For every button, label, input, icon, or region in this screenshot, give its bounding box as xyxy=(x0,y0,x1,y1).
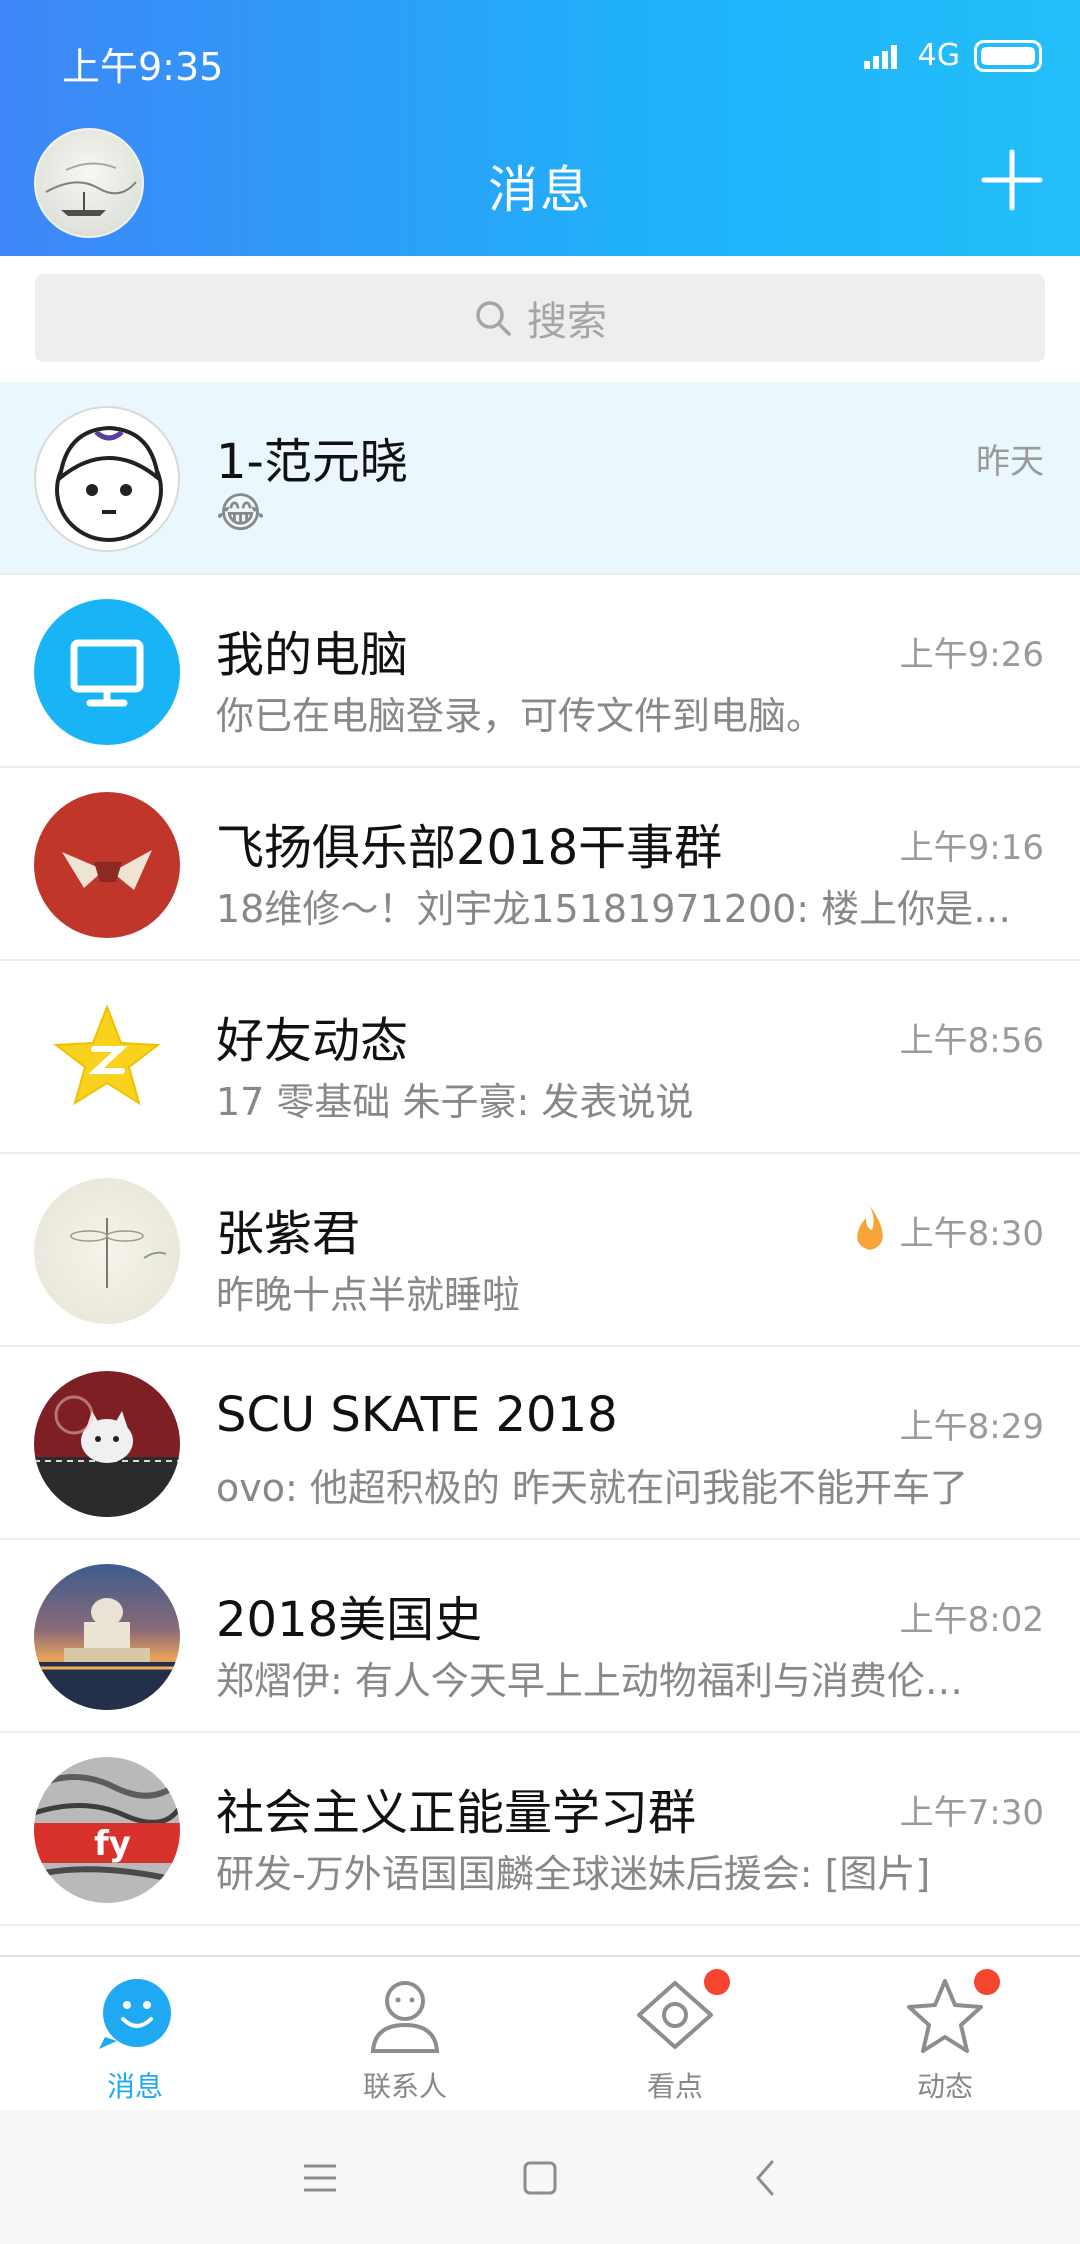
page-title: 消息 xyxy=(488,161,592,219)
back-icon[interactable] xyxy=(736,2148,796,2208)
tab-label: 动态 xyxy=(916,2070,973,2103)
conversation-row[interactable]: 2018美国史 郑熠伊: 有人今天早上上动物福利与消费伦… 上午8:02 xyxy=(0,1540,1080,1733)
conversation-name: 张紫君 xyxy=(216,1206,361,1262)
signal-icon xyxy=(863,44,897,69)
tab-label: 看点 xyxy=(646,2070,703,2103)
conversation-preview: 17 零基础 朱子豪: 发表说说 xyxy=(216,1080,694,1124)
conversation-row[interactable]: fy 社会主义正能量学习群 研发-万外语国国麟全球迷妹后援会: [图片] 上午7… xyxy=(0,1733,1080,1926)
cat-photo-icon xyxy=(34,1395,180,1517)
cathedral-photo-icon xyxy=(34,1598,180,1710)
dragonfly-icon xyxy=(70,1218,167,1288)
star-outline-icon xyxy=(907,1979,983,2053)
graffiti-photo-icon: fy xyxy=(34,1774,180,1884)
smile-bubble-icon xyxy=(99,1979,171,2049)
conversation-name: 2018美国史 xyxy=(216,1592,483,1648)
conversation-time: 上午8:29 xyxy=(899,1407,1044,1447)
conversation-time: 上午7:30 xyxy=(899,1793,1044,1833)
home-icon[interactable] xyxy=(510,2148,570,2208)
conversation-preview: ovo: 他超积极的 昨天就在问我能不能开车了 xyxy=(216,1466,968,1510)
avatar xyxy=(34,792,180,938)
qq-message-screen: 上午9:35 4G 消息 搜索 1-范元晓 😂 昨天 我的电脑 你已在电脑登录，… xyxy=(0,0,1080,2244)
tab-contacts[interactable]: 联系人 xyxy=(270,1957,540,2112)
avatar xyxy=(34,599,180,745)
group-logo-icon xyxy=(62,850,152,890)
search-icon xyxy=(476,301,511,336)
conversation-list: 1-范元晓 😂 昨天 我的电脑 你已在电脑登录，可传文件到电脑。 上午9:26 xyxy=(0,382,1080,1926)
conversation-name: 1-范元晓 xyxy=(216,434,408,490)
conversation-name: 我的电脑 xyxy=(216,627,409,683)
search-bar: 搜索 xyxy=(0,256,1080,382)
avatar xyxy=(34,1178,180,1324)
conversation-time: 上午9:16 xyxy=(899,828,1044,868)
menu-icon[interactable] xyxy=(290,2148,350,2208)
conversation-preview: 研发-万外语国国麟全球迷妹后援会: [图片] xyxy=(216,1852,931,1896)
add-button[interactable] xyxy=(980,148,1044,212)
tab-messages[interactable]: 消息 xyxy=(0,1957,270,2112)
conversation-time: 昨天 xyxy=(976,442,1044,482)
conversation-row[interactable]: SCU SKATE 2018 ovo: 他超积极的 昨天就在问我能不能开车了 上… xyxy=(0,1347,1080,1540)
conversation-name: 社会主义正能量学习群 xyxy=(216,1785,697,1841)
conversation-preview: 你已在电脑登录，可传文件到电脑。 xyxy=(216,694,825,738)
cartoon-face-icon xyxy=(55,425,163,542)
search-input[interactable]: 搜索 xyxy=(35,274,1045,362)
conversation-name: 飞扬俱乐部2018干事群 xyxy=(216,820,723,876)
avatar: fy xyxy=(34,1757,180,1903)
avatar xyxy=(34,1371,180,1517)
system-nav-bar xyxy=(0,2110,1080,2244)
eye-icon xyxy=(637,1981,713,2049)
conversation-row[interactable]: 好友动态 17 零基础 朱子豪: 发表说说 上午8:56 xyxy=(0,961,1080,1154)
svg-text:fy: fy xyxy=(94,1824,131,1864)
tab-discover[interactable]: 看点 xyxy=(540,1957,810,2112)
avatar xyxy=(34,985,180,1131)
conversation-time: 上午8:30 xyxy=(899,1214,1044,1254)
status-indicators: 4G xyxy=(863,38,1042,73)
search-placeholder: 搜索 xyxy=(527,299,607,345)
conversation-name: SCU SKATE 2018 xyxy=(216,1387,618,1443)
notification-dot xyxy=(704,1969,730,1995)
tab-moments[interactable]: 动态 xyxy=(810,1957,1080,2112)
conversation-preview: 昨晚十点半就睡啦 xyxy=(216,1273,521,1317)
bottom-tab-bar: 消息 联系人 看点 动态 xyxy=(0,1955,1080,2110)
conversation-row[interactable]: 飞扬俱乐部2018干事群 18维修～！刘宇龙15181971200: 楼上你是…… xyxy=(0,768,1080,961)
tab-label: 联系人 xyxy=(362,2070,447,2103)
status-bar: 上午9:35 4G xyxy=(0,0,1080,120)
conversation-preview: 😂 xyxy=(216,492,266,534)
conversation-row[interactable]: 1-范元晓 😂 昨天 xyxy=(0,382,1080,575)
battery-icon xyxy=(974,39,1042,72)
tab-label: 消息 xyxy=(106,2070,163,2103)
person-icon xyxy=(370,1981,440,2053)
monitor-icon xyxy=(70,639,144,707)
conversation-name: 好友动态 xyxy=(216,1013,409,1069)
conversation-row[interactable]: 张紫君 昨晚十点半就睡啦 上午8:30 xyxy=(0,1154,1080,1347)
avatar xyxy=(34,1564,180,1710)
fire-icon xyxy=(857,1206,883,1250)
header: 上午9:35 4G 消息 xyxy=(0,0,1080,256)
network-type: 4G xyxy=(917,38,960,73)
conversation-time: 上午8:56 xyxy=(899,1021,1044,1061)
conversation-time: 上午8:02 xyxy=(899,1600,1044,1640)
star-icon xyxy=(53,1004,161,1106)
status-time: 上午9:35 xyxy=(62,45,224,89)
conversation-row[interactable]: 我的电脑 你已在电脑登录，可传文件到电脑。 上午9:26 xyxy=(0,575,1080,768)
conversation-preview: 18维修～！刘宇龙15181971200: 楼上你是… xyxy=(216,887,1012,931)
conversation-preview: 郑熠伊: 有人今天早上上动物福利与消费伦… xyxy=(216,1659,963,1703)
conversation-time: 上午9:26 xyxy=(899,635,1044,675)
avatar xyxy=(34,406,180,552)
notification-dot xyxy=(974,1969,1000,1995)
